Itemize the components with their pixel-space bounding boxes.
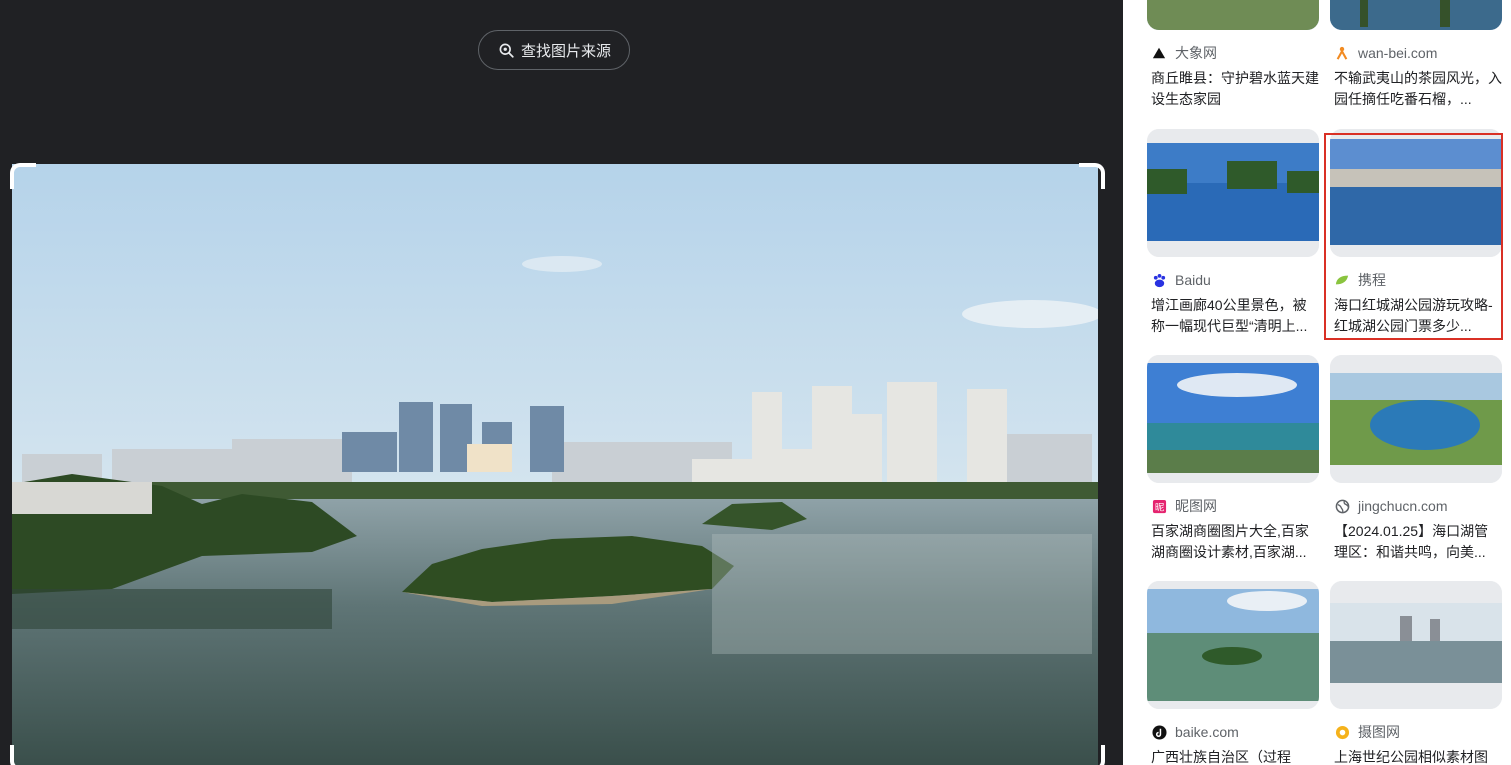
result-source-name: jingchucn.com [1358, 498, 1448, 514]
result-card[interactable]: baike.com 广西壮族自治区（过程 [1147, 581, 1319, 765]
crop-corner-bottom-left[interactable] [10, 745, 36, 765]
result-title[interactable]: 上海世纪公园相似素材图 [1334, 747, 1502, 765]
svg-text:昵: 昵 [1154, 502, 1164, 513]
result-source-name: 摄图网 [1358, 724, 1400, 740]
triangle-logo-icon [1151, 45, 1167, 61]
result-card[interactable]: 大象网 商丘睢县：守护碧水蓝天建设生态家园 [1147, 0, 1319, 110]
result-thumbnail[interactable] [1147, 129, 1319, 257]
result-thumbnail[interactable] [1330, 129, 1502, 257]
result-title[interactable]: 增江画廊40公里景色，被称一幅现代巨型“清明上... [1151, 295, 1319, 337]
result-source[interactable]: jingchucn.com [1334, 497, 1502, 515]
result-thumbnail[interactable] [1330, 0, 1502, 30]
result-source[interactable]: 昵 昵图网 [1151, 497, 1319, 515]
find-image-source-label: 查找图片来源 [520, 42, 611, 60]
sheto-logo-icon [1334, 724, 1350, 740]
result-title[interactable]: 百家湖商圈图片大全,百家湖商圈设计素材,百家湖... [1151, 521, 1319, 563]
result-card[interactable]: Baidu 增江画廊40公里景色，被称一幅现代巨型“清明上... [1147, 129, 1319, 337]
image-viewer-pane: 查找图片来源 [0, 0, 1123, 765]
globe-icon [1334, 498, 1350, 514]
baidu-paw-icon [1151, 272, 1167, 288]
result-card[interactable]: 携程 海口红城湖公园游玩攻略-红城湖公园门票多少... [1330, 129, 1502, 337]
result-source-name: Baidu [1175, 272, 1211, 288]
result-title[interactable]: 【2024.01.25】海口湖管理区：和谐共鸣，向美... [1334, 521, 1502, 563]
result-source[interactable]: baike.com [1151, 723, 1319, 741]
crop-corner-top-right[interactable] [1079, 163, 1105, 189]
crop-corner-top-left[interactable] [10, 163, 36, 189]
tiktok-logo-icon [1151, 724, 1167, 740]
result-thumbnail[interactable] [1330, 355, 1502, 483]
nipic-logo-icon: 昵 [1151, 498, 1167, 514]
result-thumbnail[interactable] [1330, 581, 1502, 709]
result-source-name: 携程 [1358, 272, 1386, 288]
visual-matches-panel: 大象网 商丘睢县：守护碧水蓝天建设生态家园 wan-bei.com 不输武夷山的… [1123, 0, 1511, 765]
result-source-name: 大象网 [1175, 45, 1217, 61]
result-source[interactable]: 携程 [1334, 271, 1502, 289]
result-card[interactable]: 昵 昵图网 百家湖商圈图片大全,百家湖商圈设计素材,百家湖... [1147, 355, 1319, 563]
result-title[interactable]: 海口红城湖公园游玩攻略-红城湖公园门票多少... [1334, 295, 1502, 337]
result-card[interactable]: 摄图网 上海世纪公园相似素材图 [1330, 581, 1502, 765]
result-title[interactable]: 不输武夷山的茶园风光，入园任摘任吃番石榴，... [1334, 68, 1502, 110]
person-logo-icon [1334, 45, 1350, 61]
result-thumbnail[interactable] [1147, 355, 1319, 483]
result-source-name: baike.com [1175, 724, 1239, 740]
crop-corner-bottom-right[interactable] [1079, 745, 1105, 765]
result-card[interactable]: jingchucn.com 【2024.01.25】海口湖管理区：和谐共鸣，向美… [1330, 355, 1502, 563]
find-image-source-button[interactable]: 查找图片来源 [478, 30, 630, 70]
result-thumbnail[interactable] [1147, 581, 1319, 709]
result-source[interactable]: wan-bei.com [1334, 44, 1502, 62]
result-source[interactable]: 大象网 [1151, 44, 1319, 62]
result-source[interactable]: Baidu [1151, 271, 1319, 289]
result-source[interactable]: 摄图网 [1334, 723, 1502, 741]
main-lake-photo[interactable] [12, 164, 1098, 765]
result-source-name: wan-bei.com [1358, 45, 1438, 61]
ctrip-logo-icon [1334, 272, 1350, 288]
result-thumbnail[interactable] [1147, 0, 1319, 30]
result-card[interactable]: wan-bei.com 不输武夷山的茶园风光，入园任摘任吃番石榴，... [1330, 0, 1502, 110]
result-title[interactable]: 商丘睢县：守护碧水蓝天建设生态家园 [1151, 68, 1319, 110]
lens-search-icon [499, 43, 514, 58]
result-source-name: 昵图网 [1175, 498, 1217, 514]
result-title[interactable]: 广西壮族自治区（过程 [1151, 747, 1319, 765]
